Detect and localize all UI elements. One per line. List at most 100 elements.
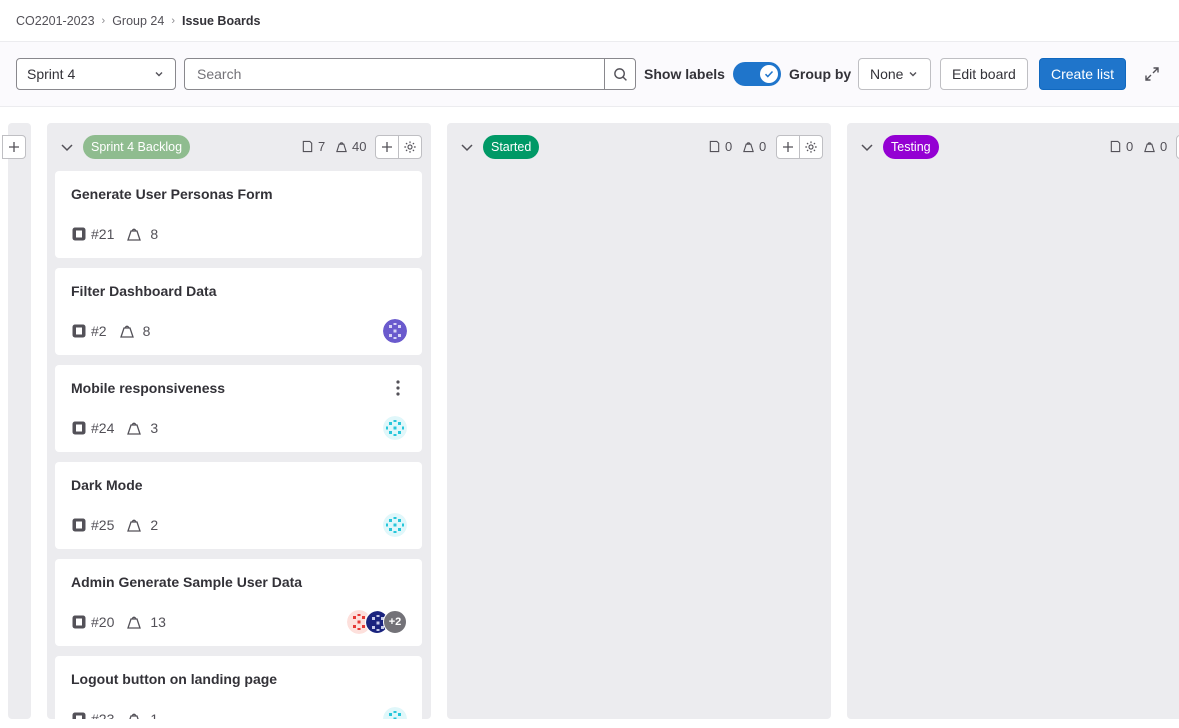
list-label[interactable]: Started <box>483 135 540 159</box>
issue-weight: 3 <box>150 420 159 436</box>
search-button[interactable] <box>604 58 636 90</box>
identicon-avatar-icon <box>383 319 407 343</box>
iteration-select[interactable]: Sprint 4 <box>16 58 176 90</box>
issue-meta: #23 1 <box>71 711 158 719</box>
weight-icon <box>1144 142 1155 153</box>
issue-meta: #24 3 <box>71 420 158 436</box>
issues-icon <box>709 140 720 153</box>
assignee-avatar[interactable] <box>383 513 407 537</box>
issue-type-icon <box>72 712 86 719</box>
breadcrumb-separator-icon: › <box>101 14 106 27</box>
issue-count: 0 <box>708 139 732 154</box>
issue-meta: #2 8 <box>71 323 150 339</box>
issue-number: #20 <box>91 614 115 630</box>
issue-title[interactable]: Dark Mode <box>71 477 143 493</box>
breadcrumb: CO2201-2023 › Group 24 › Issue Boards <box>0 0 1179 42</box>
issue-title[interactable]: Filter Dashboard Data <box>71 283 216 299</box>
issue-weight: 2 <box>150 517 159 533</box>
group-by-select[interactable]: None <box>858 58 931 90</box>
assignee-avatar[interactable] <box>383 319 407 343</box>
group-by-value: None <box>870 66 904 82</box>
issue-card[interactable]: Filter Dashboard Data #2 8 <box>55 268 422 355</box>
identicon-avatar-icon <box>383 707 407 719</box>
issue-number: #21 <box>91 226 115 242</box>
list-settings-button[interactable] <box>799 135 823 159</box>
weight-icon <box>743 142 754 153</box>
issue-count: 7 <box>301 139 325 154</box>
issue-card[interactable]: Dark Mode #25 2 <box>55 462 422 549</box>
issue-weight: 8 <box>142 323 151 339</box>
assignee-avatar[interactable] <box>383 416 407 440</box>
breadcrumb-item-subgroup[interactable]: Group 24 <box>112 14 164 28</box>
more-actions-icon[interactable] <box>390 379 406 397</box>
issue-type-icon <box>72 615 86 629</box>
list-label[interactable]: Sprint 4 Backlog <box>83 135 191 159</box>
add-issue-button[interactable] <box>776 135 800 159</box>
weight-count-value: 40 <box>352 139 367 154</box>
issue-weight: 13 <box>150 614 166 630</box>
weight-icon <box>336 142 347 153</box>
issue-meta: #21 8 <box>71 226 158 242</box>
weight-count-value: 0 <box>1160 139 1168 154</box>
search-box <box>184 58 636 90</box>
list-settings-button[interactable] <box>398 135 422 159</box>
board-list-sprint-4-backlog: Sprint 4 Backlog 7 40 Generate User Pers… <box>47 123 431 719</box>
issues-icon <box>302 140 313 153</box>
issue-meta: #25 2 <box>71 517 158 533</box>
search-input[interactable] <box>184 58 604 90</box>
weight-count-value: 0 <box>759 139 767 154</box>
plus-icon <box>382 142 392 152</box>
show-labels-label: Show labels <box>644 66 725 82</box>
issue-title[interactable]: Admin Generate Sample User Data <box>71 574 302 590</box>
issue-card[interactable]: Admin Generate Sample User Data #20 13 +… <box>55 559 422 646</box>
search-icon <box>613 67 627 81</box>
group-by-label: Group by <box>789 66 852 82</box>
issue-type-icon <box>72 227 86 241</box>
plus-icon <box>783 142 793 152</box>
breadcrumb-item-group[interactable]: CO2201-2023 <box>16 14 95 28</box>
issue-title[interactable]: Mobile responsiveness <box>71 380 225 396</box>
issue-type-icon <box>72 518 86 532</box>
issue-count-value: 0 <box>1126 139 1134 154</box>
issue-card[interactable]: Generate User Personas Form #21 8 <box>55 171 422 258</box>
issue-card[interactable]: Logout button on landing page #23 1 <box>55 656 422 719</box>
issue-weight: 1 <box>150 711 159 719</box>
gear-icon <box>404 141 416 153</box>
issue-weight: 8 <box>150 226 159 242</box>
identicon-avatar-icon <box>383 416 407 440</box>
chevron-down-icon <box>909 72 917 77</box>
issue-title[interactable]: Generate User Personas Form <box>71 186 273 202</box>
toggle-knob <box>760 65 778 83</box>
identicon-avatar-icon <box>383 513 407 537</box>
chevron-down-icon[interactable] <box>859 139 875 155</box>
weight-count: 0 <box>1143 139 1167 154</box>
weight-icon <box>127 228 142 241</box>
chevron-down-icon <box>155 72 163 77</box>
chevron-down-icon[interactable] <box>459 139 475 155</box>
add-issue-button[interactable] <box>2 135 26 159</box>
issue-number: #24 <box>91 420 115 436</box>
issue-count-value: 0 <box>725 139 733 154</box>
more-assignees-badge[interactable]: +2 <box>383 610 407 634</box>
weight-count: 0 <box>742 139 766 154</box>
fullscreen-icon[interactable] <box>1144 66 1160 82</box>
weight-icon <box>127 422 142 435</box>
list-label[interactable]: Testing <box>883 135 939 159</box>
weight-icon <box>127 519 142 532</box>
issue-count-value: 7 <box>318 139 326 154</box>
show-labels-toggle[interactable] <box>733 62 781 86</box>
board-list-testing: Testing 0 0 <box>847 123 1179 719</box>
create-list-button[interactable]: Create list <box>1039 58 1127 90</box>
check-icon <box>764 70 774 78</box>
breadcrumb-separator-icon: › <box>171 14 175 27</box>
chevron-down-icon[interactable] <box>59 139 75 155</box>
issue-card[interactable]: Mobile responsiveness #24 3 <box>55 365 422 452</box>
issue-title[interactable]: Logout button on landing page <box>71 671 277 687</box>
board-list-partial <box>2 123 31 719</box>
edit-board-button[interactable]: Edit board <box>940 58 1028 90</box>
breadcrumb-current[interactable]: Issue Boards <box>182 14 261 28</box>
issue-type-icon <box>72 421 86 435</box>
assignee-avatar[interactable] <box>383 707 407 719</box>
add-issue-button[interactable] <box>375 135 399 159</box>
plus-icon <box>9 142 19 152</box>
